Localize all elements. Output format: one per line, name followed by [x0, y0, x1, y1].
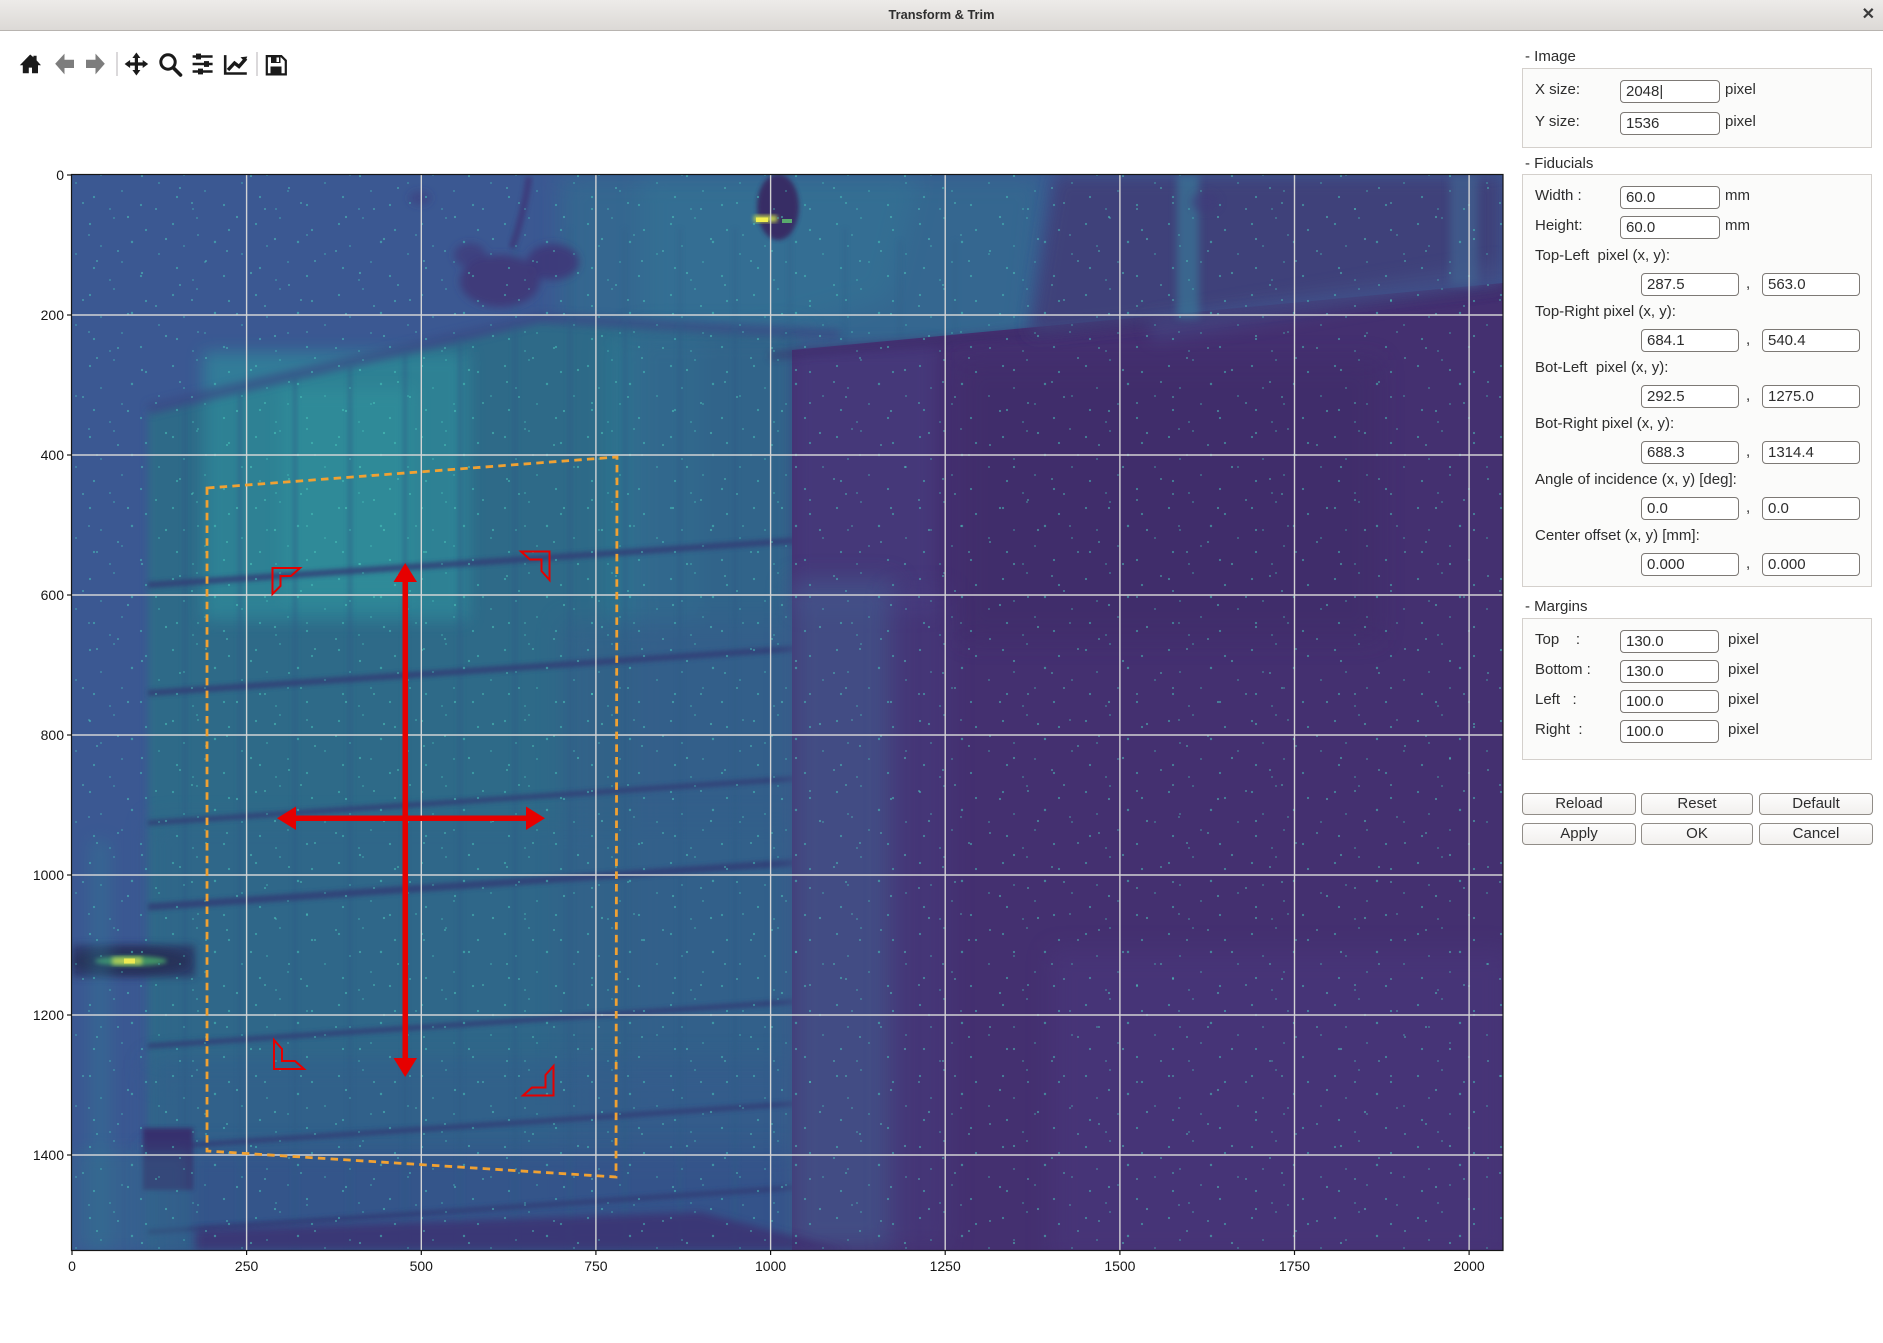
svg-text:1200: 1200 [33, 1007, 64, 1023]
svg-text:600: 600 [41, 587, 65, 603]
svg-text:1000: 1000 [33, 867, 64, 883]
svg-text:1500: 1500 [1104, 1258, 1135, 1274]
svg-text:2000: 2000 [1454, 1258, 1485, 1274]
svg-text:500: 500 [410, 1258, 434, 1274]
svg-text:0: 0 [56, 167, 64, 183]
svg-text:200: 200 [41, 307, 65, 323]
svg-text:750: 750 [584, 1258, 608, 1274]
svg-text:800: 800 [41, 727, 65, 743]
svg-text:400: 400 [41, 447, 65, 463]
svg-text:1000: 1000 [755, 1258, 786, 1274]
svg-text:1250: 1250 [930, 1258, 961, 1274]
svg-text:1400: 1400 [33, 1147, 64, 1163]
svg-text:0: 0 [68, 1258, 76, 1274]
svg-text:250: 250 [235, 1258, 259, 1274]
svg-text:1750: 1750 [1279, 1258, 1310, 1274]
